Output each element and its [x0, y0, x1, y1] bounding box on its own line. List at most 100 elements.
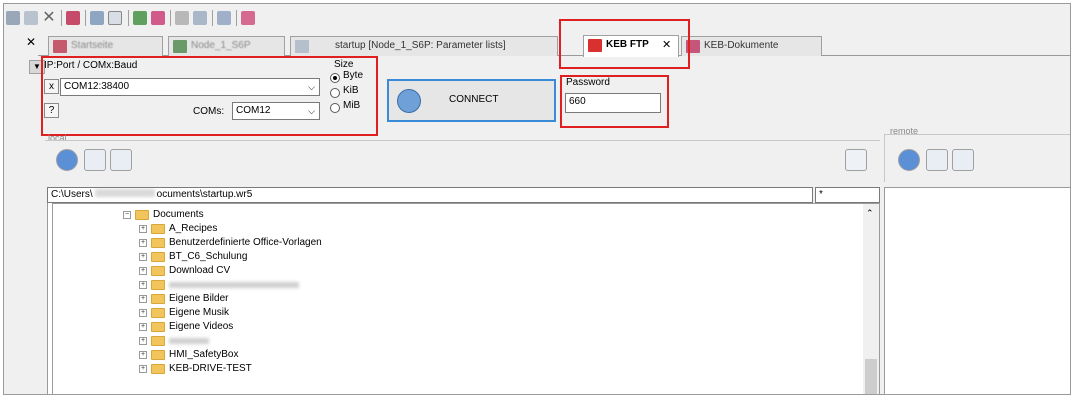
password-input[interactable]: 660 [565, 93, 661, 113]
blurred-label [169, 338, 209, 344]
tree-label: KEB-DRIVE-TEST [169, 363, 252, 374]
folder-icon [151, 280, 165, 290]
filter-input[interactable]: * [815, 187, 880, 203]
expand-icon[interactable]: + [139, 295, 147, 303]
local-file-tree[interactable]: − Documents + A_Recipes + Benutzerdefinier… [52, 203, 880, 394]
connect-button[interactable]: CONNECT [387, 79, 556, 122]
rewind-icon[interactable] [898, 149, 920, 171]
disconnect-icon[interactable] [84, 149, 106, 171]
size-label: Size [334, 59, 354, 70]
expand-icon[interactable]: + [139, 309, 147, 317]
tree-label: HMI_SafetyBox [169, 349, 239, 360]
folder-icon [151, 252, 165, 262]
size-mib-label: MiB [343, 100, 361, 111]
collapse-icon[interactable]: − [123, 211, 131, 219]
new-document-icon[interactable] [108, 11, 122, 25]
chart-icon[interactable] [217, 11, 231, 25]
tab-startseite[interactable]: Startseite [48, 36, 163, 56]
coms-select[interactable]: COM12 ⌵ [232, 102, 320, 120]
local-path-input[interactable]: C:\Users\ ocuments\startup.wr5 [47, 187, 813, 203]
expand-icon[interactable]: + [139, 225, 147, 233]
help-button[interactable]: ? [44, 103, 59, 118]
folder-icon [151, 266, 165, 276]
sync-icon[interactable] [110, 149, 132, 171]
tab-label: Node_1_S6P [191, 40, 251, 51]
expand-icon[interactable]: + [139, 365, 147, 373]
tree-label: Eigene Bilder [169, 293, 229, 304]
port-label: IP:Port / COMx:Baud [44, 60, 138, 71]
size-mib-radio[interactable] [330, 103, 340, 113]
delete-icon[interactable]: ✕ [42, 10, 56, 26]
folder-icon [151, 364, 165, 374]
remote-sync-icon[interactable] [952, 149, 974, 171]
settings-icon[interactable] [241, 11, 255, 25]
download-icon[interactable] [151, 11, 165, 25]
tree-label: Download CV [169, 265, 231, 276]
scrollbar-thumb[interactable] [865, 359, 877, 394]
remote-disconnect-icon[interactable] [926, 149, 948, 171]
coms-value: COM12 [236, 105, 271, 116]
size-byte-label: Byte [343, 70, 364, 81]
password-value: 660 [569, 96, 586, 107]
tab-label: KEB-Dokumente [704, 40, 779, 51]
remote-file-pane[interactable] [884, 187, 1070, 394]
fast-forward-icon[interactable] [56, 149, 78, 171]
chevron-down-icon: ⌵ [308, 82, 315, 92]
filter-value: * [819, 189, 823, 200]
tree-label: Documents [153, 209, 204, 220]
dropdown-arrow-icon[interactable]: ▼ [29, 60, 45, 74]
tab-label: KEB FTP [606, 39, 649, 50]
scroll-up-icon[interactable]: ⌃ [866, 208, 874, 219]
expand-icon[interactable]: + [139, 239, 147, 247]
local-group [45, 140, 880, 188]
close-panel-icon[interactable]: ✕ [24, 35, 38, 49]
close-tab-icon[interactable]: ✕ [662, 36, 671, 54]
upload-icon[interactable] [133, 11, 147, 25]
folder-icon [151, 350, 165, 360]
size-byte-radio[interactable] [330, 73, 340, 83]
plug-icon [397, 89, 421, 113]
expand-icon[interactable]: + [139, 267, 147, 275]
view-icon[interactable] [90, 11, 104, 25]
password-label: Password [566, 77, 610, 88]
chevron-down-icon: ⌵ [308, 106, 315, 116]
folder-icon [151, 294, 165, 304]
tab-label: startup [Node_1_S6P: Parameter lists] [335, 40, 506, 51]
tab-strip: Startseite Node_1_S6P startup [Node_1_S6… [38, 34, 1070, 57]
folder-icon [151, 224, 165, 234]
size-kib-label: KiB [343, 85, 359, 96]
expand-icon[interactable]: + [139, 337, 147, 345]
tab-parameter-lists[interactable]: startup [Node_1_S6P: Parameter lists] [290, 36, 558, 56]
connect-label: CONNECT [449, 94, 499, 105]
expand-icon[interactable]: + [139, 253, 147, 261]
port-value: COM12:38400 [64, 81, 130, 92]
tree-label: Eigene Musik [169, 307, 230, 318]
tab-keb-dokumente[interactable]: KEB-Dokumente [681, 36, 822, 56]
ftp-icon [588, 39, 602, 52]
window-icon[interactable] [845, 149, 867, 171]
tab-label: Startseite [71, 40, 114, 51]
clear-button[interactable]: x [44, 79, 59, 94]
path-tail: ocuments\startup.wr5 [156, 189, 253, 200]
expand-icon[interactable]: + [139, 281, 147, 289]
edit-icon[interactable] [175, 11, 189, 25]
ftp-window: ✕ ✕ ▼ Startseite Node_1_S6P startup [Nod… [3, 3, 1071, 395]
compare-icon[interactable] [66, 11, 80, 25]
expand-icon[interactable]: + [139, 351, 147, 359]
folder-icon [151, 336, 165, 346]
refresh-icon[interactable] [193, 11, 207, 25]
folder-icon [151, 238, 165, 248]
tab-node[interactable]: Node_1_S6P [168, 36, 285, 56]
copy-icon[interactable] [24, 11, 38, 25]
port-input[interactable]: COM12:38400 ⌵ [60, 78, 320, 96]
cut-icon[interactable] [6, 11, 20, 25]
coms-label: COMs: [193, 106, 225, 117]
tree-label: Benutzerdefinierte Office-Vorlagen [169, 237, 322, 248]
tree-label: Eigene Videos [169, 321, 234, 332]
size-kib-radio[interactable] [330, 88, 340, 98]
path-start: C:\Users\ [51, 189, 93, 200]
tree-scrollbar[interactable]: ⌃ [863, 204, 879, 394]
expand-icon[interactable]: + [139, 323, 147, 331]
blurred-label [169, 282, 299, 288]
tab-keb-ftp[interactable]: KEB FTP ✕ [583, 35, 679, 57]
